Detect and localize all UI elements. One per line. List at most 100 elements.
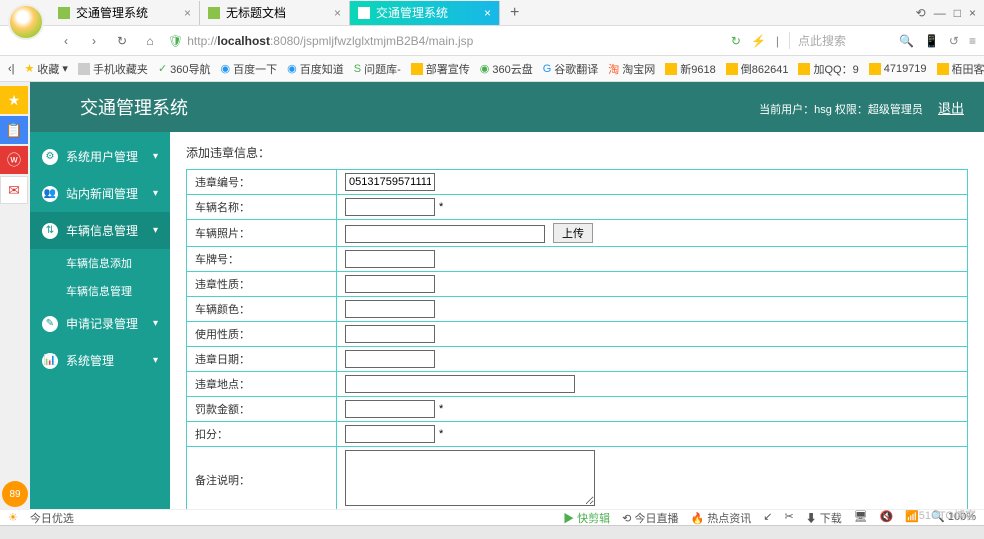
- maximize-icon[interactable]: □: [954, 6, 961, 20]
- close-icon[interactable]: ×: [184, 6, 191, 20]
- form-input[interactable]: [345, 400, 435, 418]
- form-cell: [337, 297, 968, 322]
- close-icon[interactable]: ×: [484, 6, 491, 20]
- bookmark-item[interactable]: ◉百度一下: [221, 61, 278, 77]
- status-item[interactable]: ▶ 快剪辑: [563, 510, 610, 526]
- remark-textarea[interactable]: [345, 450, 595, 506]
- app-title: 交通管理系统: [80, 94, 188, 120]
- sync-icon[interactable]: ↺: [949, 34, 959, 48]
- form-input[interactable]: [345, 275, 435, 293]
- bookmark-folder[interactable]: 部署宣传: [411, 61, 470, 77]
- upload-button[interactable]: 上传: [553, 223, 593, 243]
- sidebar-item-system[interactable]: 📊 系统管理 ▾: [30, 342, 170, 379]
- sidebar-item-apply[interactable]: ✎ 申请记录管理 ▾: [30, 305, 170, 342]
- form-cell: [337, 347, 968, 372]
- status-icon[interactable]: ✂: [784, 510, 793, 526]
- bookmark-item[interactable]: ◉百度知道: [287, 61, 344, 77]
- expand-icon[interactable]: ‹|: [8, 63, 15, 75]
- restore-icon[interactable]: ⟲: [916, 6, 926, 20]
- form-input[interactable]: [345, 225, 545, 243]
- bookmark-item[interactable]: S问题库-: [354, 61, 401, 77]
- chart-icon: 📊: [42, 353, 58, 369]
- submenu-item-manage[interactable]: 车辆信息管理: [66, 277, 170, 305]
- bolt-icon[interactable]: ⚡: [751, 34, 766, 48]
- tab-2[interactable]: 无标题文档 ×: [200, 1, 350, 25]
- form-label: 罚款金额：: [187, 397, 337, 422]
- bookmark-folder[interactable]: 倒862641: [726, 61, 789, 77]
- search-icon[interactable]: 🔍: [899, 34, 914, 48]
- bookmark-folder[interactable]: 新9618: [665, 61, 715, 77]
- url-text: http://localhost:8080/jspmljfwzlglxtmjmB…: [187, 34, 473, 48]
- status-item[interactable]: ⬇ 下载: [806, 510, 842, 526]
- edit-icon: ✎: [42, 316, 58, 332]
- separator: |: [776, 34, 779, 48]
- close-icon[interactable]: ×: [334, 6, 341, 20]
- bookmark-item[interactable]: ◉360云盘: [480, 61, 533, 77]
- reload-button[interactable]: ↻: [112, 34, 132, 48]
- form-cell: [337, 170, 968, 195]
- tab-1[interactable]: 交通管理系统 ×: [50, 1, 200, 25]
- menu-icon[interactable]: ≡: [969, 34, 976, 48]
- main-content: 添加违章信息： 违章编号：车辆名称：*车辆照片：上传车牌号：违章性质：车辆颜色：…: [170, 132, 984, 509]
- form-label: 违章性质：: [187, 272, 337, 297]
- minimize-icon[interactable]: —: [934, 6, 946, 20]
- bookmark-item[interactable]: ✓360导航: [158, 61, 211, 77]
- forward-button[interactable]: ›: [84, 34, 104, 48]
- corner-badge[interactable]: 89: [2, 481, 28, 507]
- status-today[interactable]: 今日优选: [30, 510, 74, 526]
- sidebar-item-label: 系统用户管理: [66, 148, 138, 165]
- bookmark-folder[interactable]: 栢田客贴: [937, 61, 984, 77]
- form-label: 车牌号：: [187, 247, 337, 272]
- bookmark-item[interactable]: G谷歌翻译: [543, 61, 599, 77]
- sidebar-item-news[interactable]: 👥 站内新闻管理 ▾: [30, 175, 170, 212]
- form-label: 扣分：: [187, 422, 337, 447]
- bookmark-folder[interactable]: 加QQ：9: [798, 61, 858, 77]
- star-icon[interactable]: ★: [0, 86, 28, 114]
- search-input[interactable]: 点此搜索: [789, 32, 889, 49]
- sidebar-item-label: 车辆信息管理: [66, 222, 138, 239]
- form-input[interactable]: [345, 300, 435, 318]
- form-input[interactable]: [345, 173, 435, 191]
- form-input[interactable]: [345, 325, 435, 343]
- phone-icon[interactable]: 📱: [924, 34, 939, 48]
- badge-icon[interactable]: ✉: [0, 176, 28, 204]
- tab-3-active[interactable]: 交通管理系统 ×: [350, 1, 500, 25]
- form-cell: *: [337, 422, 968, 447]
- submenu-item-add[interactable]: 车辆信息添加: [66, 249, 170, 277]
- form-input[interactable]: [345, 375, 575, 393]
- sidebar-item-users[interactable]: ⚙ 系统用户管理 ▾: [30, 138, 170, 175]
- form-heading: 添加违章信息：: [186, 144, 968, 161]
- gear-icon: ⚙: [42, 149, 58, 165]
- home-button[interactable]: ⌂: [140, 34, 160, 48]
- form-input[interactable]: [345, 425, 435, 443]
- weibo-icon[interactable]: ⓦ: [0, 146, 28, 174]
- sidebar-item-vehicles[interactable]: ⇅ 车辆信息管理 ▾: [30, 212, 170, 249]
- status-icon[interactable]: 🔇: [880, 510, 894, 526]
- sun-icon: ☀: [8, 511, 18, 524]
- user-avatar[interactable]: [8, 4, 44, 40]
- status-item[interactable]: ⟲ 今日直播: [622, 510, 678, 526]
- close-window-icon[interactable]: ×: [969, 6, 976, 20]
- back-button[interactable]: ‹: [56, 34, 76, 48]
- status-item[interactable]: 🔥 热点资讯: [690, 510, 751, 526]
- refresh-icon[interactable]: ↻: [731, 34, 741, 48]
- required-star: *: [439, 201, 443, 213]
- favorites-button[interactable]: ★收藏 ▾: [25, 61, 68, 77]
- status-icon[interactable]: ↙: [763, 510, 772, 526]
- form-label: 使用性质：: [187, 322, 337, 347]
- doc-icon[interactable]: 📋: [0, 116, 28, 144]
- status-icon[interactable]: 📶: [905, 510, 919, 526]
- url-input[interactable]: 🛡 http://localhost:8080/jspmljfwzlglxtmj…: [168, 34, 723, 48]
- form-input[interactable]: [345, 250, 435, 268]
- status-icon[interactable]: 🖥: [854, 510, 868, 526]
- bookmark-folder[interactable]: 4719719: [869, 63, 927, 75]
- form-label: 车辆名称：: [187, 195, 337, 220]
- new-tab-button[interactable]: +: [500, 4, 529, 22]
- logout-link[interactable]: 退出: [938, 101, 964, 116]
- form-input[interactable]: [345, 198, 435, 216]
- bookmark-item[interactable]: 淘淘宝网: [608, 61, 655, 77]
- chevron-down-icon: ▾: [153, 188, 158, 199]
- taskbar: [0, 525, 984, 539]
- form-input[interactable]: [345, 350, 435, 368]
- bookmark-item[interactable]: 手机收藏夹: [78, 61, 148, 77]
